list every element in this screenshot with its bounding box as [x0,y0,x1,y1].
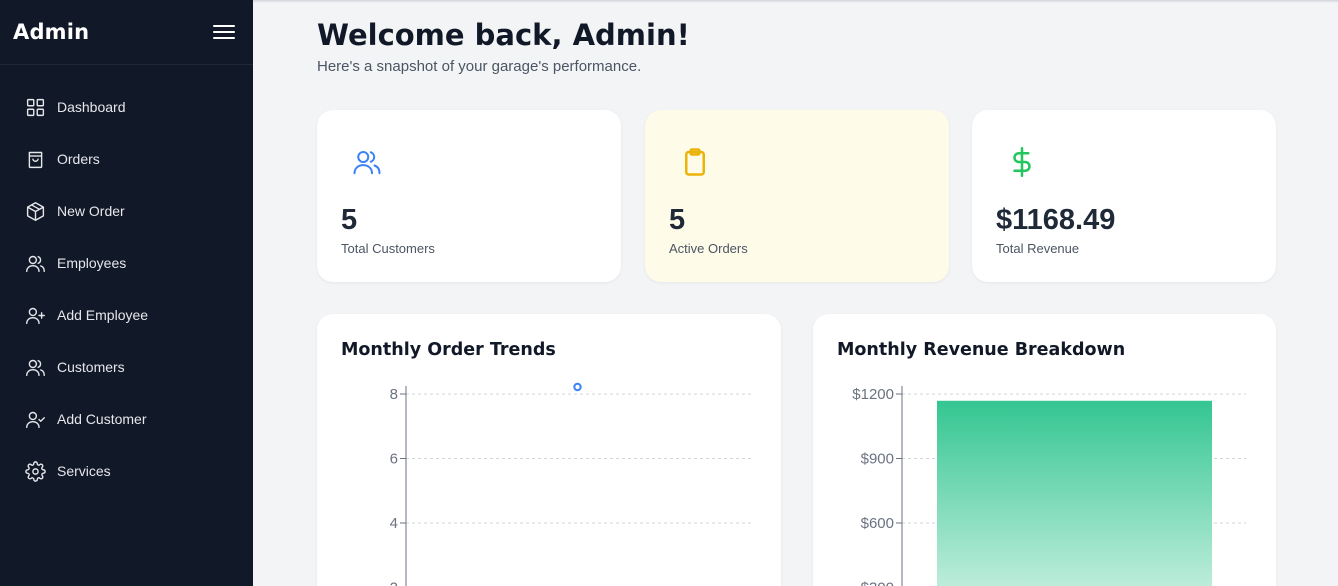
stat-label: Total Customers [341,241,435,256]
page-title: Welcome back, Admin! [317,18,690,52]
sidebar: Admin Dashboard Orders New Order Employe… [0,0,253,586]
sidebar-item-label: New Order [57,203,125,219]
y-tick-label: $600 [861,515,894,532]
sidebar-item-label: Customers [57,359,125,375]
revenue-bar-chart: $1200 $900 $600 $300 [852,386,1246,586]
stat-label: Active Orders [669,241,748,256]
sidebar-item-add-customer[interactable]: Add Customer [0,393,253,445]
sidebar-item-orders[interactable]: Orders [0,133,253,185]
menu-toggle-icon[interactable] [213,23,235,41]
stat-value: 5 [341,204,358,236]
stat-value: $1168.49 [996,204,1116,236]
sidebar-item-add-employee[interactable]: Add Employee [0,289,253,341]
clipboard-icon [680,147,710,177]
sidebar-nav: Dashboard Orders New Order Employees Add… [0,81,253,497]
sidebar-item-label: Employees [57,255,127,271]
y-tick-label: $1200 [852,386,894,403]
sidebar-item-new-order[interactable]: New Order [0,185,253,237]
stat-card-customers: 5 Total Customers [317,110,621,282]
stat-label: Total Revenue [996,241,1080,256]
sidebar-header: Admin [0,0,253,65]
page-subtitle: Here's a snapshot of your garage's perfo… [317,58,642,75]
sidebar-item-employees[interactable]: Employees [0,237,253,289]
sidebar-item-customers[interactable]: Customers [0,341,253,393]
data-point [573,382,582,392]
user-check-icon [24,408,46,430]
sidebar-item-label: Add Customer [57,411,147,427]
y-tick-label: 4 [390,515,398,532]
chart-card-orders: Monthly Order Trends 8642 [317,314,781,586]
orders-line-chart: 8 6 4 2 [390,382,751,586]
dashboard-icon [24,96,46,118]
y-tick-label: 8 [390,386,398,403]
sidebar-item-label: Orders [57,151,100,167]
sidebar-item-label: Dashboard [57,99,126,115]
stat-card-orders: 5 Active Orders [645,110,949,282]
brand-title: Admin [13,20,90,44]
sidebar-item-label: Services [57,463,111,479]
box-icon [24,200,46,222]
sidebar-item-label: Add Employee [57,307,149,323]
sidebar-item-services[interactable]: Services [0,445,253,497]
y-tick-label: 2 [390,580,398,586]
shopping-bag-icon [24,148,46,170]
stat-value: 5 [669,204,686,236]
main-content: Welcome back, Admin! Here's a snapshot o… [253,0,1338,586]
chart-card-revenue: Monthly Revenue Breakdown $1200$900$600$… [813,314,1276,586]
y-tick-label: 6 [390,451,398,468]
y-tick-label: $300 [861,580,894,586]
users-icon [352,147,382,177]
user-plus-icon [24,304,46,326]
users-icon [24,252,46,274]
y-tick-label: $900 [861,451,894,468]
dollar-icon [1007,147,1037,177]
sidebar-item-dashboard[interactable]: Dashboard [0,81,253,133]
revenue-bar [937,400,1212,586]
users-icon [24,356,46,378]
gear-icon [24,460,46,482]
stat-card-revenue: $1168.49 Total Revenue [972,110,1276,282]
